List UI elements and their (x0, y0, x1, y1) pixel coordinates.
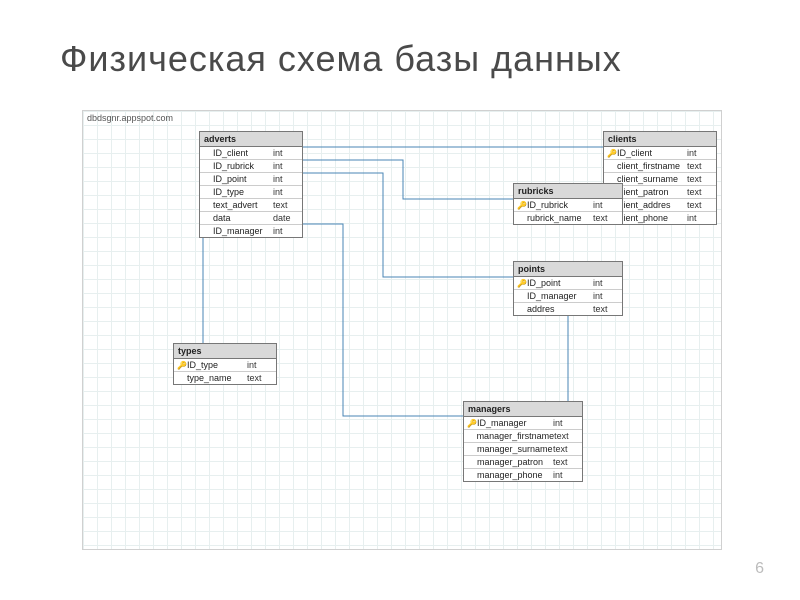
table-row: ID_managerint (200, 225, 302, 237)
table-row: 🔑ID_typeint (174, 359, 276, 372)
table-row: ID_pointint (200, 173, 302, 186)
slide: Физическая схема базы данных dbdsgnr.app… (0, 0, 800, 600)
table-row: type_nametext (174, 372, 276, 384)
key-icon: 🔑 (607, 149, 617, 158)
table-row: addrestext (514, 303, 622, 315)
table-row: manager_patrontext (464, 456, 582, 469)
table-row: manager_phoneint (464, 469, 582, 481)
table-managers[interactable]: managers 🔑ID_managerint manager_firstnam… (463, 401, 583, 482)
table-header: clients (604, 132, 716, 147)
table-row: text_adverttext (200, 199, 302, 212)
table-header: adverts (200, 132, 302, 147)
canvas-source-label: dbdsgnr.appspot.com (87, 113, 173, 123)
key-icon: 🔑 (177, 361, 187, 370)
table-row: 🔑ID_pointint (514, 277, 622, 290)
table-rubricks[interactable]: rubricks 🔑ID_rubrickint rubrick_nametext (513, 183, 623, 225)
table-header: managers (464, 402, 582, 417)
table-types[interactable]: types 🔑ID_typeint type_nametext (173, 343, 277, 385)
page-number: 6 (755, 560, 764, 578)
table-adverts[interactable]: adverts ID_clientint ID_rubrickint ID_po… (199, 131, 303, 238)
db-diagram-canvas: dbdsgnr.appspot.com adverts ID_clientint… (82, 110, 722, 550)
table-row: client_firstnametext (604, 160, 716, 173)
rel-adverts-rubricks (301, 160, 513, 199)
slide-title: Физическая схема базы данных (60, 38, 622, 80)
key-icon: 🔑 (517, 279, 527, 288)
table-row: manager_firstnametext (464, 430, 582, 443)
table-row: ID_rubrickint (200, 160, 302, 173)
table-row: 🔑ID_managerint (464, 417, 582, 430)
table-row: 🔑ID_clientint (604, 147, 716, 160)
table-row: ID_typeint (200, 186, 302, 199)
table-row: datadate (200, 212, 302, 225)
table-row: manager_surnametext (464, 443, 582, 456)
table-row: 🔑ID_rubrickint (514, 199, 622, 212)
table-row: rubrick_nametext (514, 212, 622, 224)
table-row: ID_clientint (200, 147, 302, 160)
table-row: ID_managerint (514, 290, 622, 303)
key-icon: 🔑 (467, 419, 477, 428)
table-header: types (174, 344, 276, 359)
table-header: rubricks (514, 184, 622, 199)
table-points[interactable]: points 🔑ID_pointint ID_managerint addres… (513, 261, 623, 316)
table-header: points (514, 262, 622, 277)
key-icon: 🔑 (517, 201, 527, 210)
rel-adverts-managers (301, 224, 463, 416)
rel-adverts-points (301, 173, 513, 277)
